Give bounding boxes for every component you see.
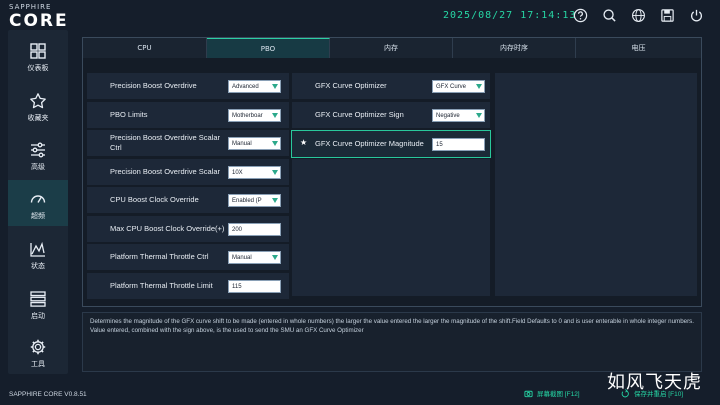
setting-label: PBO Limits: [110, 110, 148, 119]
datetime-display: 2025/08/27 17:14:13: [443, 10, 577, 21]
sliders-icon: [31, 142, 45, 158]
tab-memory-timing[interactable]: 内存时序: [453, 38, 576, 58]
watermark-text: 如风飞天虎: [607, 372, 702, 393]
sidebar-item-tools[interactable]: 工具: [8, 328, 68, 374]
app-logo: SAPPHIRE CORE: [9, 3, 89, 31]
setting-label: Precision Boost Overdrive: [110, 81, 197, 90]
globe-icon[interactable]: [631, 8, 646, 23]
sidebar-item-label: 仪表板: [27, 64, 49, 72]
search-icon[interactable]: [602, 8, 617, 23]
setting-label: GFX Curve Optimizer Sign: [315, 110, 404, 119]
sidebar-item-boot[interactable]: 启动: [8, 280, 68, 326]
setting-dropdown[interactable]: Advanced: [228, 80, 281, 93]
setting-label: Platform Thermal Throttle Ctrl: [110, 252, 209, 261]
setting-label: Max CPU Boost Clock Override(+): [110, 224, 225, 233]
tab-voltage[interactable]: 电压: [576, 38, 701, 58]
sidebar-item-status[interactable]: 状态: [8, 230, 68, 276]
power-icon[interactable]: [689, 8, 704, 23]
sidebar-item-label: 超频: [31, 212, 45, 220]
dropdown-value: Enabled (P: [232, 198, 262, 204]
setting-label: CPU Boost Clock Override: [110, 195, 199, 204]
empty-area: [292, 159, 490, 296]
chevron-down-icon: [272, 170, 278, 175]
logo-sub: SAPPHIRE: [9, 3, 52, 11]
screenshot-button[interactable]: 屏幕截图 [F12]: [524, 388, 580, 398]
setting-dropdown[interactable]: Manual: [228, 251, 281, 264]
tab-bar: CPU PBO 内存 内存时序 电压: [83, 38, 701, 58]
setting-dropdown[interactable]: Enabled (P: [228, 194, 281, 207]
dropdown-value: Negative: [436, 113, 460, 119]
sidebar-item-label: 工具: [31, 360, 45, 368]
setting-input[interactable]: 115: [228, 280, 281, 293]
chevron-down-icon: [272, 141, 278, 146]
empty-column: [495, 73, 697, 296]
setting-row[interactable]: GFX Curve Optimizer Sign Negative: [292, 102, 490, 128]
setting-label: Precision Boost Overdrive Scalar: [110, 167, 221, 176]
setting-row[interactable]: Platform Thermal Throttle Ctrl Manual: [87, 244, 289, 270]
sidebar: 仪表板 收藏夹 高级 超频 状态 启动 工具: [8, 30, 68, 374]
boot-icon: [30, 291, 46, 307]
chevron-down-icon: [272, 255, 278, 260]
chevron-down-icon: [272, 198, 278, 203]
chevron-down-icon: [272, 113, 278, 118]
chart-icon: [30, 241, 45, 257]
gear-icon: [30, 339, 46, 355]
sidebar-item-label: 高级: [31, 163, 45, 171]
dropdown-value: GFX Curve: [436, 84, 467, 90]
tab-memory[interactable]: 内存: [330, 38, 453, 58]
setting-input[interactable]: 200: [228, 223, 281, 236]
sidebar-item-favorites[interactable]: 收藏夹: [8, 82, 68, 128]
setting-row[interactable]: GFX Curve Optimizer GFX Curve: [292, 73, 490, 99]
setting-row-selected[interactable]: ★ GFX Curve Optimizer Magnitude 15: [291, 130, 491, 158]
help-icon[interactable]: [573, 8, 588, 23]
dropdown-value: Manual: [232, 255, 252, 261]
setting-row[interactable]: Precision Boost Overdrive Scalar Ctrl Ma…: [87, 130, 289, 156]
screenshot-label: 屏幕截图 [F12]: [537, 391, 580, 398]
setting-row[interactable]: Platform Thermal Throttle Limit 115: [87, 273, 289, 299]
setting-dropdown[interactable]: 10X: [228, 166, 281, 179]
sidebar-item-advanced[interactable]: 高级: [8, 131, 68, 177]
setting-row[interactable]: CPU Boost Clock Override Enabled (P: [87, 187, 289, 213]
save-icon[interactable]: [660, 8, 675, 23]
setting-dropdown[interactable]: GFX Curve: [432, 80, 485, 93]
setting-dropdown[interactable]: Motherboar: [228, 109, 281, 122]
dropdown-value: Motherboar: [232, 113, 263, 119]
top-bar: SAPPHIRE CORE 2025/08/27 17:14:13: [0, 0, 720, 34]
setting-label: GFX Curve Optimizer: [315, 81, 387, 90]
sidebar-item-dashboard[interactable]: 仪表板: [8, 32, 68, 78]
gauge-icon: [30, 195, 46, 203]
tab-pbo[interactable]: PBO: [207, 38, 330, 58]
dashboard-icon: [30, 43, 46, 59]
chevron-down-icon: [476, 84, 482, 89]
chevron-down-icon: [272, 84, 278, 89]
logo-main: CORE: [9, 11, 69, 31]
setting-row[interactable]: Precision Boost Overdrive Scalar 10X: [87, 159, 289, 185]
chevron-down-icon: [476, 113, 482, 118]
sidebar-item-overclock[interactable]: 超频: [8, 180, 68, 226]
dropdown-value: 10X: [232, 170, 243, 176]
setting-label: Platform Thermal Throttle Limit: [110, 281, 213, 290]
setting-dropdown[interactable]: Negative: [432, 109, 485, 122]
setting-row[interactable]: Max CPU Boost Clock Override(+) 200: [87, 216, 289, 242]
setting-dropdown[interactable]: Manual: [228, 137, 281, 150]
sidebar-item-label: 启动: [31, 312, 45, 320]
settings-panel: CPU PBO 内存 内存时序 电压 Precision Boost Overd…: [82, 37, 702, 307]
setting-input[interactable]: 15: [432, 138, 485, 151]
sidebar-item-label: 收藏夹: [27, 114, 49, 122]
dropdown-value: Advanced: [232, 84, 259, 90]
sidebar-item-label: 状态: [31, 262, 45, 270]
favorite-star-icon[interactable]: ★: [300, 139, 308, 147]
setting-label: Precision Boost Overdrive Scalar Ctrl: [110, 133, 221, 152]
screenshot-icon: [524, 390, 533, 397]
setting-row[interactable]: PBO Limits Motherboar: [87, 102, 289, 128]
star-icon: [30, 93, 46, 109]
dropdown-value: Manual: [232, 141, 252, 147]
version-label: SAPPHIRE CORE V0.8.51: [9, 391, 87, 398]
help-description: Determines the magnitude of the GFX curv…: [82, 312, 702, 372]
setting-row[interactable]: Precision Boost Overdrive Advanced: [87, 73, 289, 99]
tab-cpu[interactable]: CPU: [83, 38, 207, 58]
setting-label: GFX Curve Optimizer Magnitude: [315, 139, 424, 148]
